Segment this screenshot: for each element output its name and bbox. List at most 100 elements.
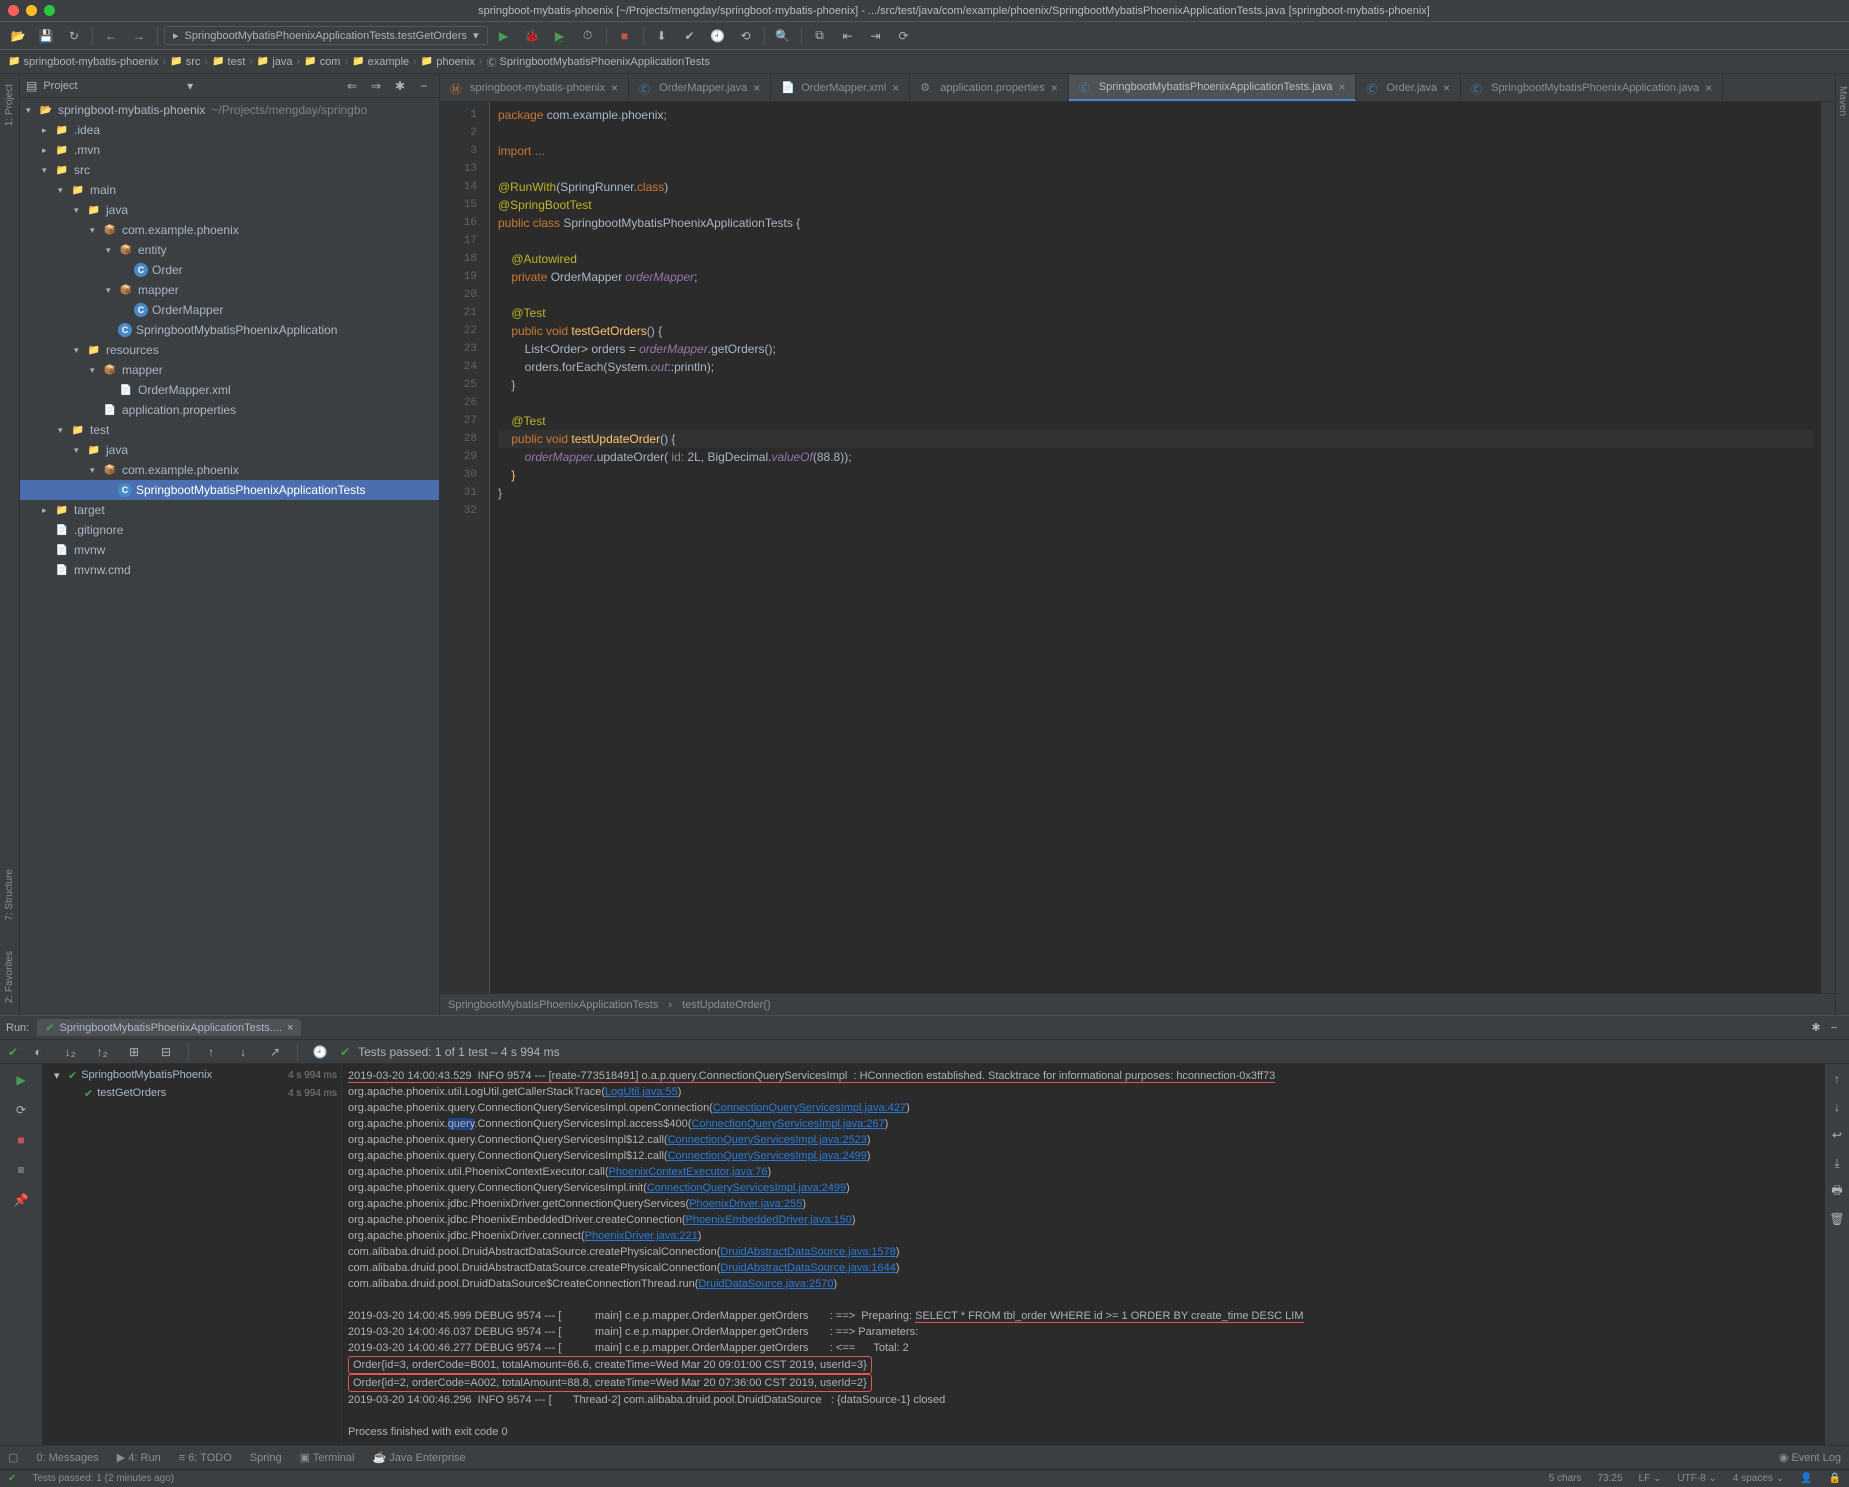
tree-row[interactable]: ▾📦mapper [20,360,439,380]
close-icon[interactable]: × [1338,80,1345,94]
lock-icon[interactable]: 🔒 [1829,1473,1841,1484]
next-icon[interactable]: ↓ [231,1041,255,1063]
minimize-icon[interactable] [26,5,37,16]
structure-tool-tab[interactable]: 7: Structure [2,863,17,927]
toggle-icon[interactable]: ◐ [26,1041,50,1063]
messages-tab[interactable]: 0: Messages [36,1452,98,1464]
tree-row[interactable]: ▾📦entity [20,240,439,260]
vcs-update-icon[interactable]: ⬇ [650,25,674,47]
project-tool-tab[interactable]: 1: Project [2,78,17,132]
editor-tab[interactable]: ⒸSpringbootMybatisPhoenixApplication.jav… [1461,75,1723,101]
close-icon[interactable]: × [892,81,899,95]
test-row[interactable]: ✔testGetOrders4 s 994 ms [46,1084,337,1102]
structure-icon[interactable]: ⧉ [808,25,832,47]
clear-icon[interactable]: 🗑 [1825,1208,1849,1230]
tree-row[interactable]: COrder [20,260,439,280]
down-icon[interactable]: ↓ [1825,1096,1849,1118]
editor-tab[interactable]: ⒸOrder.java× [1356,75,1461,101]
breadcrumb-item[interactable]: 📁com [304,56,340,68]
back-icon[interactable]: ⇤ [836,25,860,47]
status-encoding[interactable]: UTF-8 ⌄ [1677,1473,1717,1484]
close-icon[interactable] [8,5,19,16]
tree-row[interactable]: CSpringbootMybatisPhoenixApplication [20,320,439,340]
vcs-commit-icon[interactable]: ✔ [678,25,702,47]
method-crumb[interactable]: testUpdateOrder() [682,999,771,1011]
pin-icon[interactable]: 📌 [9,1188,33,1212]
tree-row[interactable]: 📄OrderMapper.xml [20,380,439,400]
close-icon[interactable]: × [287,1022,293,1034]
expand-icon[interactable]: ⇒ [367,77,385,95]
tree-row[interactable]: COrderMapper [20,300,439,320]
hide-icon[interactable]: − [1825,1019,1843,1037]
scroll-icon[interactable]: ⤓ [1825,1152,1849,1174]
tree-row[interactable]: 📄mvnw.cmd [20,560,439,580]
tree-row[interactable]: ▾📁resources [20,340,439,360]
editor-tab[interactable]: Ⓜspringboot-mybatis-phoenix× [440,75,629,101]
editor-scrollbar[interactable] [1821,102,1835,993]
reload-icon[interactable]: ⟳ [892,25,916,47]
todo-tab[interactable]: ≡ 6: TODO [179,1452,232,1464]
print-icon[interactable]: 🖶 [1825,1180,1849,1202]
javaee-tab[interactable]: ☕ Java Enterprise [372,1451,465,1464]
tree-row[interactable]: 📄.gitignore [20,520,439,540]
breadcrumb-item[interactable]: 📁example [352,56,409,68]
history-icon[interactable]: 🕘 [308,1041,332,1063]
close-icon[interactable]: × [1705,81,1712,95]
status-indent[interactable]: 4 spaces ⌄ [1733,1473,1784,1484]
tree-row[interactable]: ▾📦mapper [20,280,439,300]
tree-row[interactable]: ▾📁test [20,420,439,440]
toggle-auto-icon[interactable]: ⟳ [9,1098,33,1122]
save-icon[interactable]: 💾 [34,25,58,47]
forward-icon[interactable]: ⇥ [864,25,888,47]
tree-row[interactable]: 📄application.properties [20,400,439,420]
tree-row[interactable]: ▾📁src [20,160,439,180]
close-icon[interactable]: × [1051,81,1058,95]
close-icon[interactable]: × [611,81,618,95]
tree-row[interactable]: ▾📦com.example.phoenix [20,460,439,480]
undo-icon[interactable]: ← [99,25,123,47]
tree-row[interactable]: CSpringbootMybatisPhoenixApplicationTest… [20,480,439,500]
sort-up-icon[interactable]: ↑₂ [90,1041,114,1063]
console-output[interactable]: 2019-03-20 14:00:43.529 INFO 9574 --- [r… [342,1064,1825,1445]
chevron-down-icon[interactable]: ▾ [187,79,193,93]
debug-icon[interactable]: 🐞 [520,25,544,47]
run-config-selector[interactable]: ▸ SpringbootMybatisPhoenixApplicationTes… [164,26,488,45]
open-icon[interactable]: 📂 [6,25,30,47]
close-icon[interactable]: × [1443,81,1450,95]
tree-row[interactable]: ▸📁target [20,500,439,520]
dump-icon[interactable]: ≡ [9,1158,33,1182]
tree-row[interactable]: ▾📂springboot-mybatis-phoenix~/Projects/m… [20,100,439,120]
maximize-icon[interactable] [44,5,55,16]
tree-row[interactable]: 📄mvnw [20,540,439,560]
expand-icon[interactable]: ⊞ [122,1041,146,1063]
sort-down-icon[interactable]: ↓₂ [58,1041,82,1063]
breadcrumb-item[interactable]: 📁src [170,56,200,68]
project-tree[interactable]: ▾📂springboot-mybatis-phoenix~/Projects/m… [20,98,439,1015]
search-icon[interactable]: 🔍 [771,25,795,47]
event-log-tab[interactable]: ◉ Event Log [1779,1451,1841,1464]
tree-row[interactable]: ▾📁java [20,440,439,460]
coverage-icon[interactable]: ▶̤ [548,25,572,47]
rerun-icon[interactable]: ▶ [9,1068,33,1092]
collapse-icon[interactable]: ⊟ [154,1041,178,1063]
favorites-tool-tab[interactable]: 2: Favorites [2,945,17,1009]
run-tab[interactable]: ✔ SpringbootMybatisPhoenixApplicationTes… [37,1019,301,1036]
toggle-panels-icon[interactable]: ▢ [8,1451,18,1464]
breadcrumb-item[interactable]: ⒸSpringbootMybatisPhoenixApplicationTest… [487,54,710,69]
tree-row[interactable]: ▾📁java [20,200,439,220]
vcs-history-icon[interactable]: 🕘 [706,25,730,47]
breadcrumb-item[interactable]: 📁java [257,56,293,68]
status-caret[interactable]: 73:25 [1598,1473,1623,1484]
tree-row[interactable]: ▾📁main [20,180,439,200]
sync-icon[interactable]: ↻ [62,25,86,47]
gear-icon[interactable]: ✱ [1807,1019,1825,1037]
class-crumb[interactable]: SpringbootMybatisPhoenixApplicationTests [448,999,658,1011]
redo-icon[interactable]: → [127,25,151,47]
stop-icon[interactable]: ■ [9,1128,33,1152]
breadcrumb-item[interactable]: 📁phoenix [421,56,475,68]
run-tab-bottom[interactable]: ▶ 4: Run [117,1451,161,1464]
test-tree[interactable]: ▾✔SpringbootMybatisPhoenix4 s 994 ms✔tes… [42,1064,342,1445]
spring-tab[interactable]: Spring [250,1452,282,1464]
code-editor[interactable]: package com.example.phoenix; import ... … [490,102,1821,993]
editor-tab[interactable]: ⒸOrderMapper.java× [629,75,771,101]
